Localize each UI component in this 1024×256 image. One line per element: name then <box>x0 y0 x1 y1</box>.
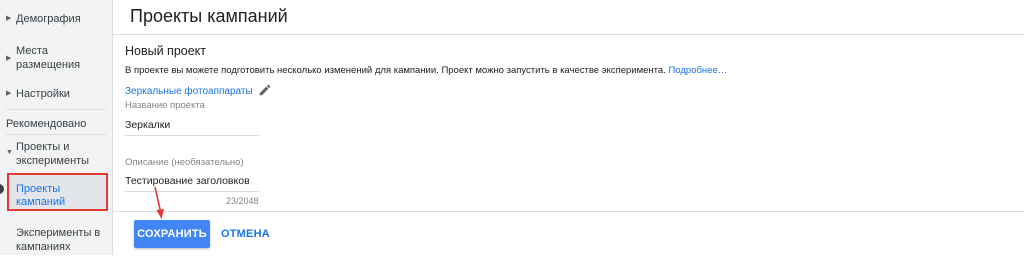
chevron-down-icon: ▼ <box>6 149 13 156</box>
sidebar-item-label: Демография <box>16 13 81 25</box>
chevron-right-icon: ▶ <box>6 90 12 97</box>
chevron-right-icon: ▶ <box>6 55 12 62</box>
description-field[interactable]: Тестирование заголовков <box>125 175 250 187</box>
sidebar: ▶ Демография ▶ Места размещения ▶ Настро… <box>0 0 113 255</box>
sidebar-item-label: Проекты кампаний <box>16 183 66 208</box>
form-actions: СОХРАНИТЬ ОТМЕНА <box>113 211 1024 256</box>
cancel-button[interactable]: ОТМЕНА <box>221 220 270 248</box>
sidebar-item-campaign-drafts[interactable]: Проекты кампаний <box>7 173 108 211</box>
description-text: В проекте вы можете подготовить нескольк… <box>125 65 666 76</box>
description-field-underline <box>125 191 259 192</box>
name-field[interactable]: Зеркалки <box>125 119 170 131</box>
learn-more-link[interactable]: Подробнее… <box>668 65 727 76</box>
sidebar-divider <box>6 109 106 110</box>
campaign-link[interactable]: Зеркальные фотоаппараты <box>125 86 253 97</box>
sidebar-item-label: Места размещения <box>16 45 81 71</box>
page-header: Проекты кампаний <box>113 0 1024 35</box>
name-field-underline <box>125 135 259 136</box>
name-field-label: Название проекта <box>125 100 205 111</box>
form-description: В проекте вы можете подготовить нескольк… <box>125 65 727 76</box>
sidebar-section-recommended: Рекомендовано <box>6 118 87 130</box>
pencil-icon[interactable] <box>258 83 272 97</box>
red-arrow-annotation <box>154 186 164 219</box>
description-field-label: Описание (необязательно) <box>125 157 244 168</box>
page-title: Проекты кампаний <box>130 6 288 26</box>
sidebar-item-label: Настройки <box>16 88 70 100</box>
save-button[interactable]: СОХРАНИТЬ <box>134 220 210 248</box>
chevron-right-icon: ▶ <box>6 15 12 22</box>
sidebar-group-label: Проекты и эксперименты <box>16 141 90 167</box>
sidebar-divider <box>6 134 106 135</box>
draft-form: Новый проект В проекте вы можете подгото… <box>113 35 1024 256</box>
sidebar-item-label: Эксперименты в кампаниях <box>16 227 101 253</box>
form-heading: Новый проект <box>125 44 207 58</box>
char-counter: 23/2048 <box>226 196 259 206</box>
